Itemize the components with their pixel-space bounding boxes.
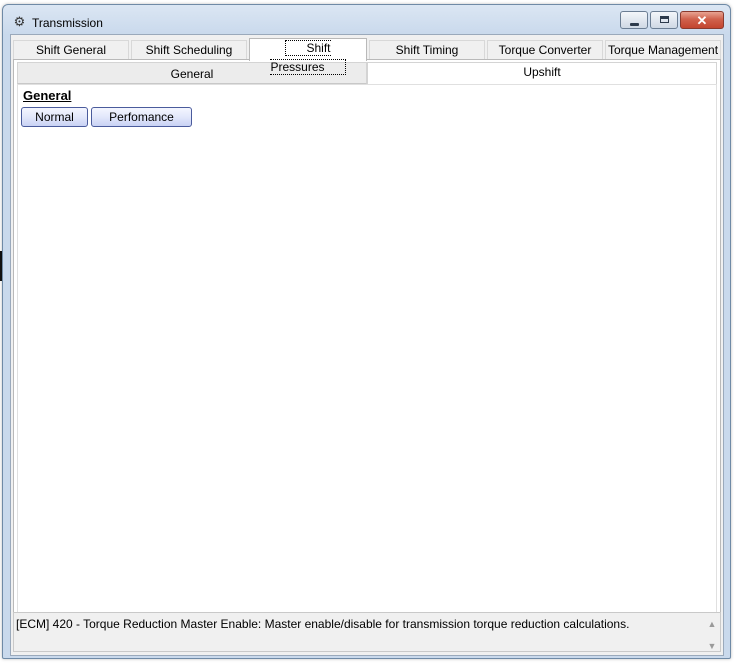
sub-tab-strip: General Upshift bbox=[17, 62, 717, 84]
gear-icon: ⚙ bbox=[13, 14, 26, 29]
subtab-content: General Normal Perfomance bbox=[17, 84, 717, 628]
shift-pressures-panel: General Upshift General Normal Perfomanc… bbox=[13, 59, 721, 633]
window-title: Transmission bbox=[32, 16, 103, 30]
description-box[interactable]: [ECM] 420 - Torque Reduction Master Enab… bbox=[13, 612, 721, 652]
client-area: Shift General Shift Scheduling Shift Pre… bbox=[10, 34, 724, 656]
description-text: [ECM] 420 - Torque Reduction Master Enab… bbox=[16, 617, 630, 631]
maximize-icon bbox=[660, 16, 669, 23]
tab-shift-general[interactable]: Shift General bbox=[13, 40, 129, 60]
scroll-down-icon[interactable]: ▼ bbox=[707, 641, 717, 651]
tab-shift-timing[interactable]: Shift Timing bbox=[369, 40, 485, 60]
caption-buttons: ✕ bbox=[618, 11, 724, 31]
title-bar[interactable]: ⚙ Transmission ✕ bbox=[3, 5, 730, 33]
subtab-label: Upshift bbox=[523, 65, 561, 79]
tab-label: Shift Scheduling bbox=[145, 43, 233, 57]
tab-shift-scheduling[interactable]: Shift Scheduling bbox=[131, 40, 247, 60]
main-tab-strip: Shift General Shift Scheduling Shift Pre… bbox=[13, 38, 721, 75]
tab-label: Shift Pressures bbox=[270, 40, 346, 75]
tab-label: Torque Converter bbox=[498, 43, 592, 57]
normal-button[interactable]: Normal bbox=[21, 107, 88, 127]
transmission-window: ⚙ Transmission ✕ Shift General Shift Sch… bbox=[2, 4, 731, 659]
subtab-upshift[interactable]: Upshift bbox=[367, 62, 717, 84]
minimize-icon bbox=[630, 23, 639, 26]
maximize-button[interactable] bbox=[650, 11, 678, 29]
tab-torque-converter[interactable]: Torque Converter bbox=[487, 40, 603, 60]
scroll-up-icon[interactable]: ▲ bbox=[707, 619, 717, 629]
close-button[interactable]: ✕ bbox=[680, 11, 724, 29]
minimize-button[interactable] bbox=[620, 11, 648, 29]
section-title: General bbox=[23, 88, 72, 103]
subtab-label: General bbox=[170, 67, 214, 81]
tab-label: Shift Timing bbox=[395, 43, 459, 57]
tab-torque-management[interactable]: Torque Management bbox=[605, 40, 721, 60]
close-icon: ✕ bbox=[696, 13, 708, 28]
performance-button[interactable]: Perfomance bbox=[91, 107, 192, 127]
tab-label: Shift General bbox=[35, 43, 107, 57]
tab-label: Torque Management bbox=[607, 43, 719, 57]
tab-shift-pressures[interactable]: Shift Pressures bbox=[249, 38, 367, 75]
